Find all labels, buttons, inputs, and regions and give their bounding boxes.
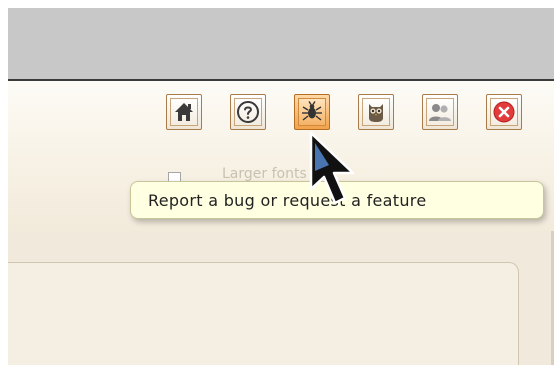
content-panel [8,262,519,365]
close-button[interactable] [486,94,522,130]
owl-icon [369,104,383,122]
bug-icon [302,101,322,121]
owl-button[interactable] [358,94,394,130]
help-icon [237,101,259,123]
home-icon [175,103,193,121]
close-icon [493,101,515,123]
tooltip-text: Report a bug or request a feature [148,190,427,210]
home-button[interactable] [166,94,202,130]
help-button[interactable] [230,94,266,130]
app-window: Larger fonts Report a bug or request a f… [8,8,554,365]
mouse-cursor-icon [309,131,355,205]
title-bar [8,8,554,81]
larger-fonts-label: Larger fonts [222,166,307,182]
users-button[interactable] [422,94,458,130]
users-icon [429,104,451,121]
report-bug-button[interactable] [294,94,330,130]
